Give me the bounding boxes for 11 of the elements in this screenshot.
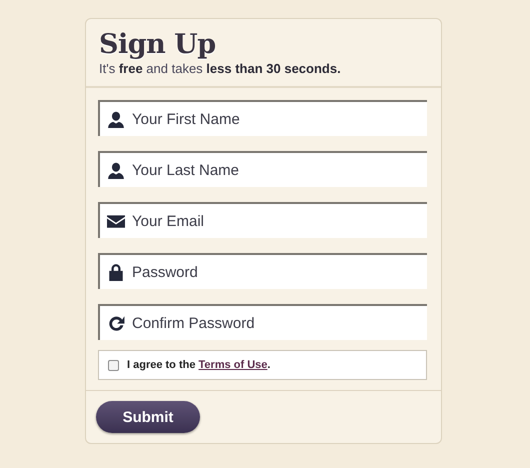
agreement-text: I agree to the Terms of Use. <box>127 359 270 371</box>
input-field[interactable]: Your Email <box>98 202 427 238</box>
input-field[interactable]: Password <box>98 253 427 289</box>
input-field[interactable]: Your Last Name <box>98 151 427 187</box>
submit-button[interactable]: Submit <box>96 401 200 433</box>
input-field[interactable]: Confirm Password <box>98 304 427 340</box>
terms-link[interactable]: Terms of Use <box>198 359 268 371</box>
checkbox[interactable] <box>108 360 119 370</box>
form-title: Sign Up <box>99 29 217 61</box>
form-subtitle: It's free and takes less than 30 seconds. <box>99 61 342 77</box>
input-field[interactable]: Your First Name <box>98 100 427 136</box>
